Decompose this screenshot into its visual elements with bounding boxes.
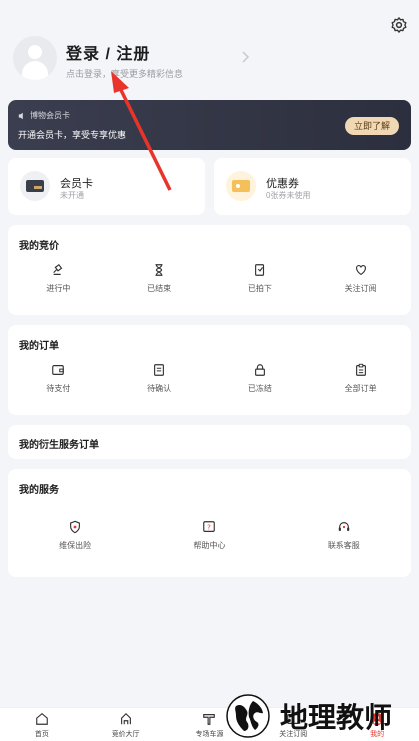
tab-auction-hall[interactable]: 竞价大厅: [84, 708, 168, 741]
service-claim-label: 维保出险: [59, 541, 92, 550]
bid-won-icon: [254, 264, 264, 276]
coupon-icon: [226, 171, 256, 201]
bids-subscribed-label: 关注订阅: [344, 284, 377, 293]
svg-text:?: ?: [208, 524, 212, 532]
my-bids-section: 我的竞价 进行中 已结束 已拍下 关注订阅: [8, 225, 411, 315]
service-contact[interactable]: 联系客服: [277, 520, 411, 551]
vip-tag-label: 博物会员卡: [30, 111, 70, 120]
bids-ended[interactable]: 已结束: [109, 263, 210, 294]
vip-banner[interactable]: 博物会员卡 开通会员卡，享受专享优惠 立即了解: [8, 100, 411, 150]
headset-icon: [338, 522, 350, 531]
login-subtitle: 点击登录，享受更多精彩信息: [66, 69, 184, 79]
login-header[interactable]: 登录 / 注册 点击登录，享受更多精彩信息: [13, 34, 406, 86]
hourglass-icon: [155, 264, 163, 276]
my-services-title: 我的服务: [19, 485, 59, 496]
derivative-orders-title: 我的衍生服务订单: [19, 440, 99, 451]
member-card-tile[interactable]: 会员卡 未开通: [8, 158, 205, 215]
coupon-title: 优惠券: [266, 178, 299, 190]
settings-gear-icon[interactable]: [390, 16, 408, 34]
learn-more-button[interactable]: 立即了解: [345, 117, 399, 135]
help-icon: ?: [203, 521, 216, 532]
orders-all-label: 全部订单: [344, 384, 377, 393]
watermark-text: 地理教师: [280, 701, 393, 734]
vip-card-icon: [20, 171, 50, 201]
service-help-label: 帮助中心: [193, 541, 226, 550]
orders-all[interactable]: 全部订单: [310, 363, 411, 394]
avatar[interactable]: [13, 36, 57, 80]
tab-home[interactable]: 首页: [0, 708, 84, 741]
tab-special-label: 专场车源: [195, 731, 224, 738]
my-orders-title: 我的订单: [19, 341, 59, 352]
home-icon: [36, 713, 48, 725]
orders-pending-confirm[interactable]: 待确认: [109, 363, 210, 394]
speaker-icon: [18, 112, 23, 119]
auction-hall-icon: [120, 712, 131, 725]
orders-pending-payment-label: 待支付: [46, 384, 71, 393]
bids-ended-label: 已结束: [147, 284, 172, 293]
coupon-tile[interactable]: 优惠券 0张券未使用: [214, 158, 411, 215]
orders-pending-confirm-label: 待确认: [147, 384, 172, 393]
lock-icon: [254, 364, 265, 376]
orders-frozen[interactable]: 已冻结: [210, 363, 311, 394]
special-icon: [203, 714, 216, 725]
vip-tag: 博物会员卡: [18, 110, 70, 121]
bids-subscribed[interactable]: 关注订阅: [310, 263, 411, 294]
watermark: 地理教师: [224, 692, 392, 740]
tab-home-label: 首页: [34, 731, 49, 738]
vip-description: 开通会员卡，享受专享优惠: [18, 130, 127, 140]
orders-pending-payment[interactable]: 待支付: [8, 363, 109, 394]
heart-icon: [355, 265, 366, 276]
wallet-icon: [52, 365, 65, 375]
bids-won[interactable]: 已拍下: [210, 263, 311, 294]
tab-auction-hall-label: 竞价大厅: [111, 731, 140, 738]
chevron-right-icon[interactable]: [241, 50, 251, 64]
document-icon: [154, 364, 165, 376]
globe-logo-icon: [226, 694, 270, 738]
derivative-orders-row[interactable]: 我的衍生服务订单: [8, 425, 411, 459]
my-services-section: 我的服务 维保出险 ? 帮助中心 联系客服: [8, 469, 411, 577]
member-card-title: 会员卡: [60, 178, 93, 190]
my-bids-title: 我的竞价: [19, 241, 59, 252]
member-card-status: 未开通: [60, 191, 84, 200]
gavel-icon: [53, 263, 63, 275]
clipboard-icon: [355, 363, 366, 376]
bids-won-label: 已拍下: [247, 284, 272, 293]
service-contact-label: 联系客服: [327, 541, 360, 550]
service-help[interactable]: ? 帮助中心: [142, 520, 276, 551]
my-orders-section: 我的订单 待支付 待确认 已冻结 全部订单: [8, 325, 411, 415]
coupon-status: 0张券未使用: [266, 191, 311, 200]
bids-in-progress-label: 进行中: [46, 284, 71, 293]
orders-frozen-label: 已冻结: [247, 384, 272, 393]
bids-in-progress[interactable]: 进行中: [8, 263, 109, 294]
service-claim[interactable]: 维保出险: [8, 520, 142, 551]
shield-icon: [70, 520, 81, 534]
login-register-title[interactable]: 登录 / 注册: [66, 40, 150, 64]
